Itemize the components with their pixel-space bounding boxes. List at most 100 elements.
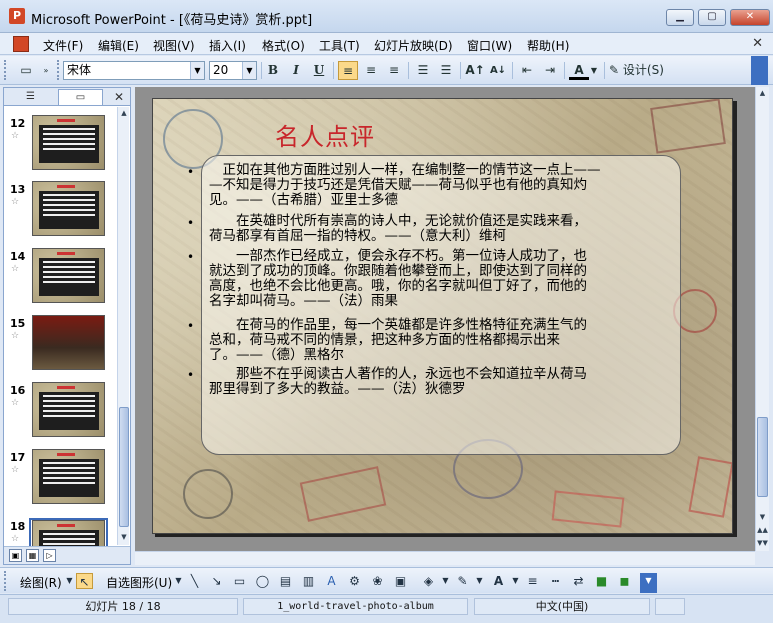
scrollbar-thumb[interactable] <box>757 417 768 497</box>
pane-close-icon[interactable]: ✕ <box>114 90 124 104</box>
italic-button[interactable]: I <box>286 61 306 80</box>
tab-slides[interactable]: ▭ <box>58 89 103 105</box>
rectangle-icon[interactable]: ▭ <box>231 573 248 589</box>
toolbar-options-icon[interactable]: » <box>40 61 52 80</box>
menu-format[interactable]: 格式(O) <box>262 37 305 54</box>
numbered-list-icon[interactable]: ☰ <box>413 61 433 80</box>
toolbar-grip[interactable] <box>4 571 7 591</box>
line-style-icon[interactable]: ≡ <box>524 573 541 589</box>
bullet-list-icon[interactable]: ☰ <box>436 61 456 80</box>
font-size-combo[interactable]: 20 ▼ <box>209 61 257 80</box>
document-icon[interactable] <box>13 36 29 52</box>
menu-window[interactable]: 窗口(W) <box>467 37 512 54</box>
align-right-icon[interactable]: ≡ <box>384 61 404 80</box>
3d-style-icon[interactable]: ◼ <box>616 573 633 589</box>
toolbar-grip[interactable] <box>4 60 7 80</box>
increase-font-icon[interactable]: A↑ <box>465 61 485 80</box>
line-color-icon[interactable]: ✎ <box>454 573 471 589</box>
menu-edit[interactable]: 编辑(E) <box>98 37 139 54</box>
slide-thumbnail-16[interactable]: 16 ☆ <box>4 382 119 444</box>
powerpoint-icon[interactable]: P <box>9 8 25 24</box>
quote-diderot[interactable]: 那些不在乎阅读古人著作的人，永远也不会知道拉辛从荷马 那里得到了多大的教益。——… <box>209 367 587 397</box>
scrollbar-thumb[interactable] <box>119 407 129 527</box>
clipart-icon[interactable]: ❀ <box>369 573 386 589</box>
dash-style-icon[interactable]: ┅ <box>547 573 564 589</box>
scroll-up-icon[interactable]: ▲ <box>756 87 769 100</box>
minimize-button[interactable]: ▁ <box>666 9 694 26</box>
underline-button[interactable]: U <box>309 61 329 80</box>
normal-view-icon[interactable]: ▣ <box>9 549 22 562</box>
toolbar-grip[interactable] <box>57 60 60 80</box>
document-close-icon[interactable]: ✕ <box>752 36 763 51</box>
font-color-icon[interactable]: A <box>569 61 589 80</box>
oval-icon[interactable]: ◯ <box>254 573 271 589</box>
quote-vico[interactable]: 在英雄时代所有崇高的诗人中，无论就价值还是实践来看， 荷马都享有首屈一指的特权。… <box>209 214 587 244</box>
slide-thumbnail-17[interactable]: 17 ☆ <box>4 449 119 511</box>
slide-thumbnail-15[interactable]: 15 ☆ <box>4 315 119 377</box>
next-slide-icon[interactable]: ▼▼ <box>756 537 769 550</box>
decrease-font-icon[interactable]: A↓ <box>488 61 508 80</box>
increase-indent-icon[interactable]: ⇥ <box>540 61 560 80</box>
line-icon[interactable]: ╲ <box>186 573 203 589</box>
slide-canvas[interactable]: 名人点评 • 正如在其他方面胜过别人一样，在编制整一的情节这一点上—— —不知是… <box>152 98 733 534</box>
menu-view[interactable]: 视图(V) <box>153 37 195 54</box>
select-pointer-icon[interactable]: ↖ <box>76 573 93 589</box>
picture-icon[interactable]: ▣ <box>392 573 409 589</box>
font-color-icon[interactable]: A <box>490 573 507 589</box>
menu-slideshow[interactable]: 幻灯片放映(D) <box>374 37 453 54</box>
quote-hegel[interactable]: 在荷马的作品里，每一个英雄都是许多性格特征充满生气的 总和，荷马戒不同的情景，把… <box>209 318 587 363</box>
toolbar-options-icon[interactable]: ▼ <box>640 573 657 593</box>
wordart-icon[interactable]: A <box>323 573 340 589</box>
decrease-indent-icon[interactable]: ⇤ <box>517 61 537 80</box>
align-left-icon[interactable]: ≡ <box>338 61 358 80</box>
slide-thumbnail-14[interactable]: 14 ☆ <box>4 248 119 310</box>
chevron-down-icon[interactable]: ▼ <box>190 62 204 79</box>
menu-help[interactable]: 帮助(H) <box>527 37 569 54</box>
slide-thumbnail-12[interactable]: 12 ☆ <box>4 115 119 177</box>
menu-file[interactable]: 文件(F) <box>43 37 83 54</box>
slide-scrollbar[interactable]: ▲ ▼ ▲▲ ▼▼ <box>755 87 769 551</box>
scroll-down-icon[interactable]: ▼ <box>118 531 130 543</box>
previous-slide-icon[interactable]: ▲▲ <box>756 524 769 537</box>
menu-insert[interactable]: 插入(I) <box>209 37 246 54</box>
tab-outline[interactable]: ☰ <box>8 89 53 105</box>
autoshapes-button[interactable]: 自选图形(U) <box>106 574 172 591</box>
language-indicator[interactable]: 中文(中国) <box>474 598 650 615</box>
fill-color-icon[interactable]: ◈ <box>420 573 437 589</box>
textbox-icon[interactable]: ▤ <box>277 573 294 589</box>
slide-thumbnail-13[interactable]: 13 ☆ <box>4 181 119 243</box>
quote-hugo[interactable]: 一部杰作已经成立，便会永存不朽。第一位诗人成功了，也 就达到了成功的顶峰。你跟随… <box>209 249 587 309</box>
shadow-style-icon[interactable]: ■ <box>593 573 610 589</box>
close-button[interactable]: ✕ <box>730 9 770 26</box>
new-document-icon[interactable]: ▭ <box>16 61 36 80</box>
font-name-combo[interactable]: 宋体 ▼ <box>63 61 205 80</box>
design-button[interactable]: ✎ 设计(S) <box>609 61 669 80</box>
toolbar-overflow-button[interactable] <box>751 56 768 85</box>
chevron-down-icon[interactable]: ▼ <box>437 573 454 589</box>
chevron-down-icon[interactable]: ▼ <box>170 573 187 589</box>
bold-button[interactable]: B <box>263 61 283 80</box>
thumbnail-scrollbar[interactable]: ▲ ▼ <box>117 107 129 545</box>
slideshow-view-icon[interactable]: ▷ <box>43 549 56 562</box>
menu-tools[interactable]: 工具(T) <box>319 37 360 54</box>
draw-menu-button[interactable]: 绘图(R) <box>20 574 62 591</box>
chevron-down-icon[interactable]: ▼ <box>589 61 599 80</box>
slide-title[interactable]: 名人点评 <box>275 117 375 152</box>
chevron-down-icon[interactable]: ▼ <box>471 573 488 589</box>
scroll-down-icon[interactable]: ▼ <box>756 511 769 524</box>
chevron-down-icon[interactable]: ▼ <box>242 62 256 79</box>
arrow-icon[interactable]: ↘ <box>208 573 225 589</box>
horizontal-scrollbar[interactable] <box>135 551 755 565</box>
design-template-name[interactable]: 1_world-travel-photo-album <box>243 598 468 615</box>
slide-number: 14 <box>10 250 26 263</box>
scroll-up-icon[interactable]: ▲ <box>118 107 130 119</box>
diagram-icon[interactable]: ⚙ <box>346 573 363 589</box>
align-center-icon[interactable]: ≡ <box>361 61 381 80</box>
vertical-textbox-icon[interactable]: ▥ <box>300 573 317 589</box>
slide-sorter-icon[interactable]: ▦ <box>26 549 39 562</box>
slide-thumbnail-18[interactable]: 18 ☆ <box>4 518 119 546</box>
quote-aristotle[interactable]: 正如在其他方面胜过别人一样，在编制整一的情节这一点上—— —不知是得力于技巧还是… <box>209 163 601 208</box>
maximize-button[interactable]: ▢ <box>698 9 726 26</box>
chevron-down-icon[interactable]: ▼ <box>507 573 524 589</box>
arrow-style-icon[interactable]: ⇄ <box>570 573 587 589</box>
